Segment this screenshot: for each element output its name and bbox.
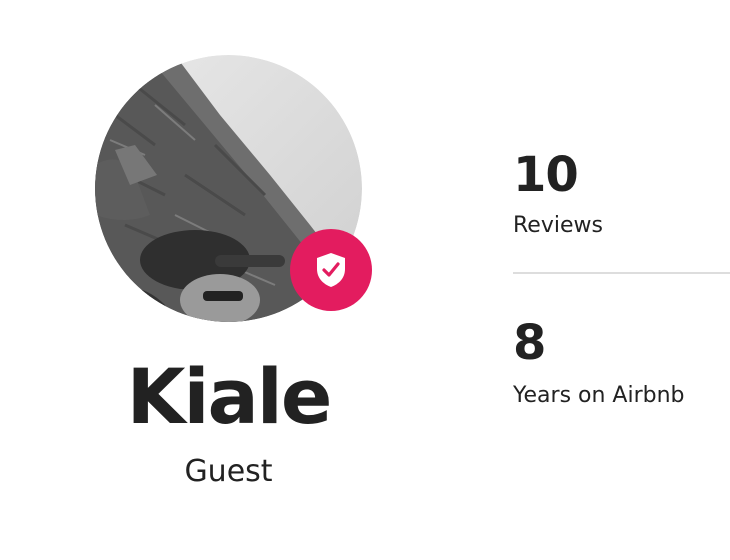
years-label: Years on Airbnb [513,383,685,408]
stats-divider [513,272,730,274]
profile-name: Kiale [126,352,333,441]
profile-role: Guest [184,454,273,489]
verified-badge [290,229,372,311]
reviews-label: Reviews [513,213,603,238]
avatar-container [95,55,372,322]
stats-panel: 10 Reviews 8 Years on Airbnb [513,0,730,560]
years-count: 8 [513,315,546,371]
shield-check-icon [317,253,345,287]
reviews-count: 10 [513,147,579,203]
profile-card: Kiale Guest 10 Reviews 8 Years on Airbnb [0,0,730,560]
